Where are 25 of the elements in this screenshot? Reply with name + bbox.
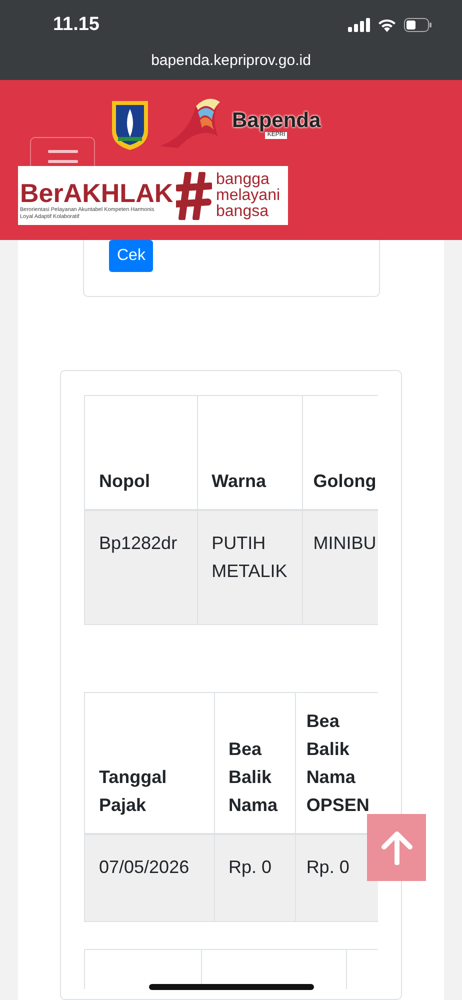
column-header: Warna	[198, 396, 304, 511]
banner-title: BerAKHLAK	[20, 176, 172, 206]
table-cell: Rp. 0	[214, 835, 296, 922]
hash-icon	[176, 172, 212, 220]
table-cell: PUTIH METALIK	[198, 511, 304, 625]
status-time: 11.15	[53, 12, 100, 37]
check-button[interactable]: Cek	[109, 240, 154, 272]
scroll-top-button[interactable]	[367, 814, 426, 881]
slogan-line: melayani	[216, 188, 280, 204]
column-header: Nopol	[85, 396, 198, 511]
slogan-line: bangga	[216, 172, 270, 188]
table-cell: 07/05/2026	[85, 835, 215, 922]
url-text[interactable]: bapenda.kepriprov.go.id	[151, 50, 311, 72]
logo-text: Bapenda	[232, 110, 321, 132]
signal-icon	[348, 18, 370, 32]
arrow-up-icon	[380, 830, 412, 864]
wifi-icon	[378, 18, 396, 32]
table-cell: Bp1282dr	[85, 511, 198, 625]
slogan-line: bangsa	[216, 204, 268, 220]
table-cell: Rp. 0	[296, 835, 378, 922]
menu-icon	[48, 150, 78, 164]
column-header: Tanggal Pajak	[85, 693, 215, 835]
battery-icon	[404, 18, 432, 32]
table-cell: MINIBU	[303, 511, 378, 625]
column-header: Bea Balik Nama	[214, 693, 296, 835]
